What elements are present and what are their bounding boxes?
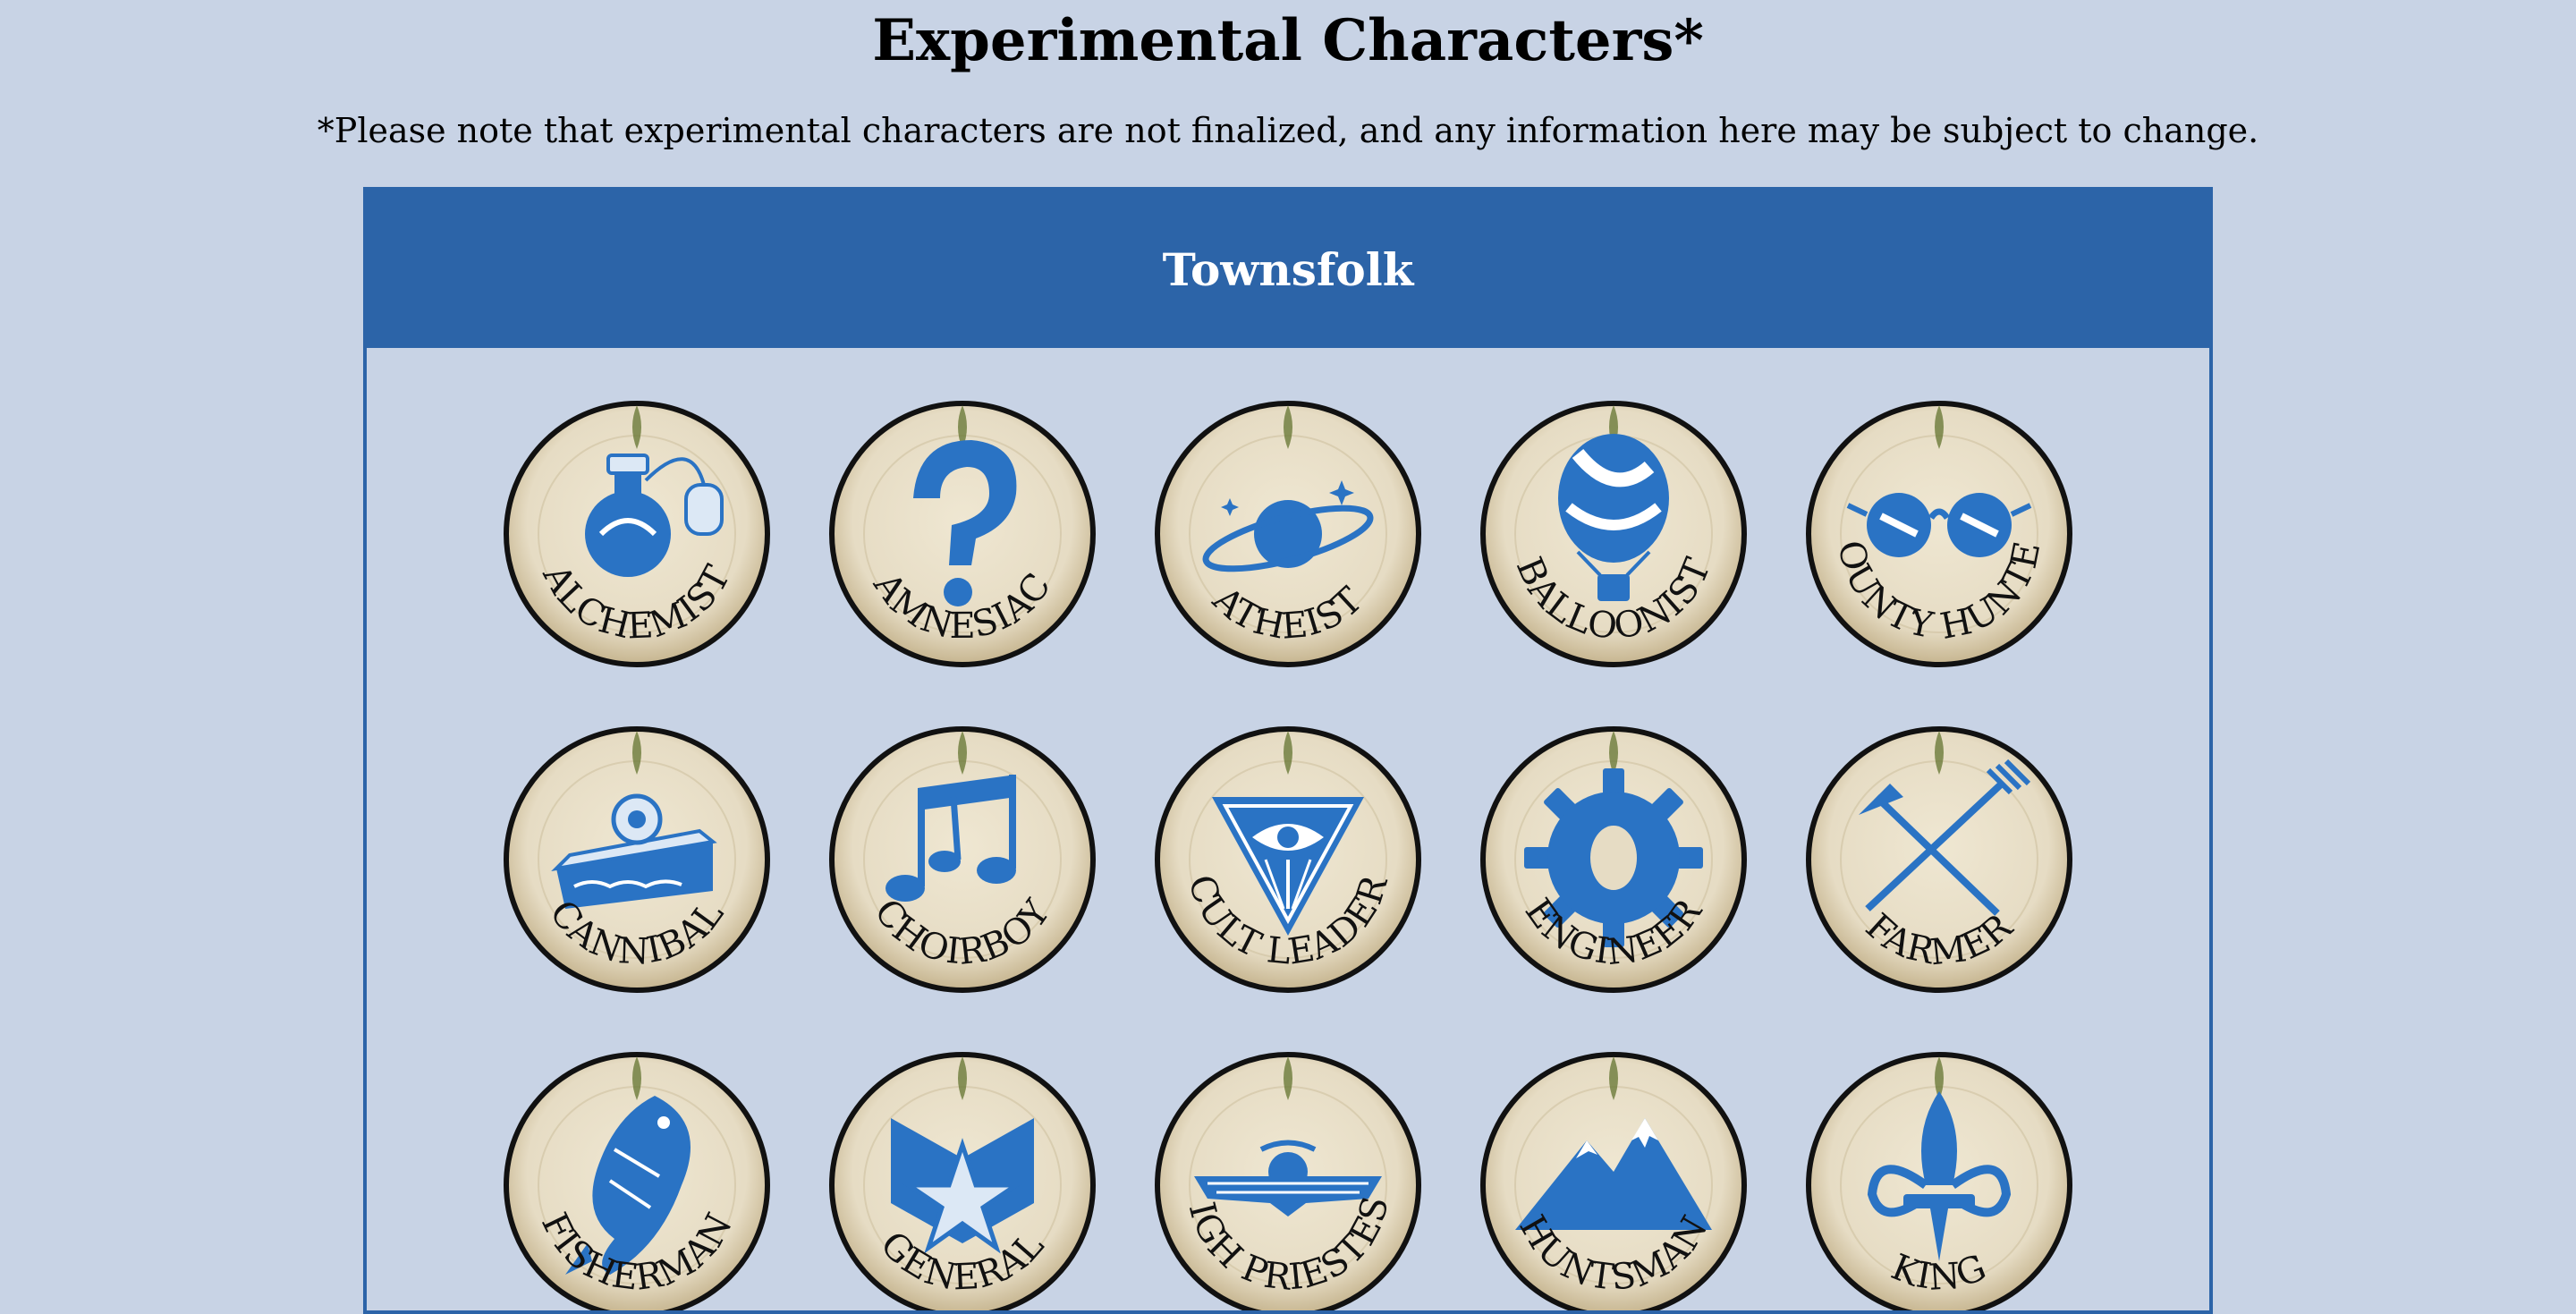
character-token-high-priestess[interactable]: HIGH PRIESTESS — [1154, 1051, 1422, 1310]
character-token-fisherman[interactable]: FISHERMAN — [503, 1051, 771, 1310]
character-token-cannibal[interactable]: CANNIBAL — [503, 725, 771, 994]
character-token-balloonist[interactable]: BALLOONIST — [1479, 400, 1748, 668]
character-token-general[interactable]: GENERAL — [828, 1051, 1097, 1310]
character-grid: ALCHEMIST AMNESIAC ATHEIST BALLOONIST OU… — [367, 191, 2209, 1310]
token-graphic: ALCHEMIST — [504, 401, 770, 667]
token-graphic: ATHEIST — [1155, 401, 1421, 667]
token-graphic: CULT LEADER — [1155, 726, 1421, 993]
token-graphic: FISHERMAN — [504, 1052, 770, 1310]
character-token-huntsman[interactable]: HUNTSMAN — [1479, 1051, 1748, 1310]
character-token-choirboy[interactable]: CHOIRBOY — [828, 725, 1097, 994]
character-token-atheist[interactable]: ATHEIST — [1154, 400, 1422, 668]
token-graphic: CHOIRBOY — [829, 726, 1096, 993]
token-graphic: CANNIBAL — [504, 726, 770, 993]
character-token-bounty-hunter[interactable]: BOUNTY HUNTER — [1805, 400, 2073, 668]
character-token-alchemist[interactable]: ALCHEMIST — [503, 400, 771, 668]
character-token-amnesiac[interactable]: AMNESIAC — [828, 400, 1097, 668]
token-graphic: AMNESIAC — [829, 401, 1096, 667]
token-graphic: BOUNTY HUNTER — [1805, 400, 2072, 667]
townsfolk-panel: Townsfolk ALCHEMIST AMNESIAC ATHEIST BAL… — [363, 187, 2213, 1314]
token-graphic: BALLOONIST — [1480, 401, 1747, 667]
page-note: *Please note that experimental character… — [317, 111, 2259, 150]
token-graphic: FARMER — [1806, 726, 2072, 993]
token-graphic: HIGH PRIESTESS — [1154, 1051, 1421, 1310]
character-token-king[interactable]: KING — [1805, 1051, 2073, 1310]
token-graphic: GENERAL — [829, 1052, 1096, 1310]
token-graphic: ENGINEER — [1480, 726, 1747, 993]
character-token-cult-leader[interactable]: CULT LEADER — [1154, 725, 1422, 994]
token-graphic: HUNTSMAN — [1480, 1052, 1747, 1310]
character-token-farmer[interactable]: FARMER — [1805, 725, 2073, 994]
page-title: Experimental Characters* — [872, 7, 1704, 74]
character-token-engineer[interactable]: ENGINEER — [1479, 725, 1748, 994]
token-graphic: KING — [1806, 1052, 2072, 1310]
